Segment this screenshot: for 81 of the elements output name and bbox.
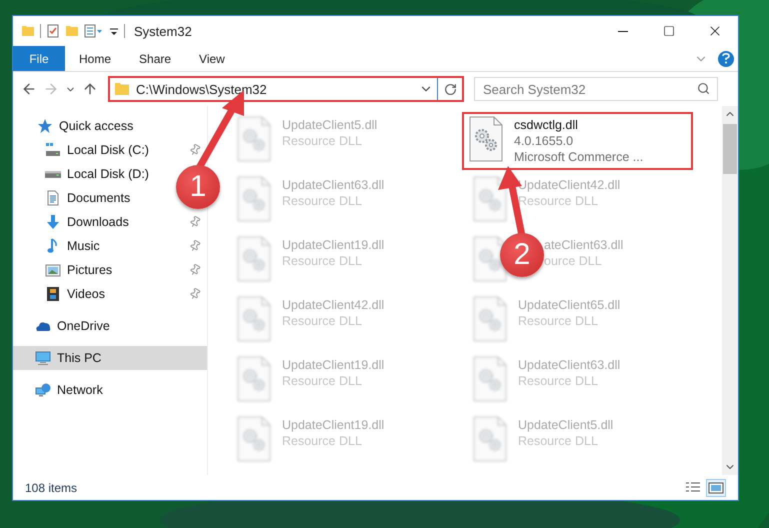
scroll-thumb[interactable] (723, 124, 737, 174)
help-button[interactable] (718, 50, 734, 66)
file-detail: Resource DLL (518, 313, 599, 329)
file-gear-icon (236, 116, 272, 162)
item-count: 108 items (25, 480, 78, 494)
window-title: System32 (134, 24, 192, 38)
ribbon-tab[interactable]: Home (65, 46, 126, 71)
ribbon-tab[interactable]: Share (125, 46, 186, 71)
file-detail: Resource DLL (282, 193, 363, 209)
nav-item[interactable]: Videos (13, 282, 207, 306)
nav-item[interactable]: OneDrive (13, 314, 116, 338)
file-detail: Resource DLL (518, 433, 599, 449)
star-icon (37, 118, 53, 134)
file-detail: ource DLL (544, 253, 603, 269)
file-gear-icon (472, 236, 508, 282)
address-path: C:\Windows\System32 (136, 82, 268, 96)
file-name: ateClient63.dll (544, 237, 624, 253)
file-name: UpdateClient19.dll (282, 417, 384, 433)
file-gear-icon (236, 416, 272, 462)
nav-item[interactable]: Downloads (13, 210, 207, 234)
address-bar[interactable]: C:\Windows\System32 (108, 76, 464, 102)
nav-item[interactable]: Pictures (13, 258, 207, 282)
download-icon (45, 214, 61, 230)
search-field[interactable]: Search System32 (474, 77, 718, 101)
file-detail: Resource DLL (518, 193, 599, 209)
document-icon (45, 190, 61, 206)
file-gear-icon (472, 176, 508, 222)
file-detail: Resource DLL (282, 433, 363, 449)
nav-item[interactable]: This PC (13, 346, 207, 370)
highlighted-file-tile[interactable]: csdwctlg.dll 4.0.1655.0 Microsoft Commerce ... (462, 112, 693, 170)
file-name: UpdateClient65.dll (518, 297, 620, 313)
file-gear-icon (472, 296, 508, 342)
file-gear-icon (236, 356, 272, 402)
nav-item[interactable]: Network (13, 378, 109, 402)
file-name: UpdateClient19.dll (282, 357, 384, 373)
file-detail: Resource DLL (282, 313, 363, 329)
file-name: UpdateClient5.dll (282, 117, 378, 133)
scrollbar[interactable] (722, 106, 738, 475)
properties-icon[interactable] (84, 24, 104, 38)
network-icon (35, 382, 51, 398)
nav-item[interactable]: Local Disk (D:) (13, 162, 155, 186)
nav-item[interactable]: Music (13, 234, 207, 258)
file-gear-icon (472, 356, 508, 402)
drive-icon (45, 142, 61, 158)
file-name: UpdateClient19.dll (282, 237, 384, 253)
file-gear-icon (236, 176, 272, 222)
refresh-icon (444, 82, 456, 96)
nav-item[interactable]: Local Disk (C:) (13, 138, 207, 162)
nav-item[interactable]: Documents (13, 186, 136, 210)
file-name: UpdateClient5.dll (518, 417, 614, 433)
file-detail: Resource DLL (282, 253, 363, 269)
file-name: UpdateClient63.dll (518, 357, 620, 373)
file-gear-icon (236, 236, 272, 282)
file-name: csdwctlg.dll (514, 117, 579, 133)
file-name: UpdateClient63.dll (282, 177, 384, 193)
maximize-icon (663, 25, 675, 37)
nav-item[interactable]: Quick access (13, 114, 140, 138)
checklist-icon[interactable] (46, 24, 60, 38)
details-view-icon (685, 480, 701, 494)
file-menu-button[interactable]: File (13, 46, 65, 71)
file-name: UpdateClient42.dll (282, 297, 384, 313)
tiles-view-button[interactable] (706, 478, 726, 496)
file-detail: Resource DLL (282, 133, 363, 149)
file-detail: Resource DLL (518, 373, 599, 389)
tiles-view-icon (708, 480, 724, 494)
minimize-icon (618, 30, 628, 32)
file-name: UpdateClient42.dll (518, 177, 620, 193)
computer-icon (35, 350, 51, 366)
picture-icon (45, 262, 61, 278)
question-mark-icon (722, 53, 730, 64)
search-icon[interactable] (697, 82, 710, 95)
drive-icon (45, 170, 61, 178)
file-detail: Resource DLL (282, 373, 363, 389)
file-detail: 4.0.1655.0 (514, 133, 574, 149)
file-gear-icon (472, 416, 508, 462)
file-gear-icon (468, 116, 504, 162)
folder-icon (114, 81, 130, 97)
file-gear-icon (236, 296, 272, 342)
ribbon-tab[interactable]: View (185, 46, 239, 71)
file-detail: Microsoft Commerce ... (514, 149, 644, 165)
film-icon (45, 286, 61, 302)
